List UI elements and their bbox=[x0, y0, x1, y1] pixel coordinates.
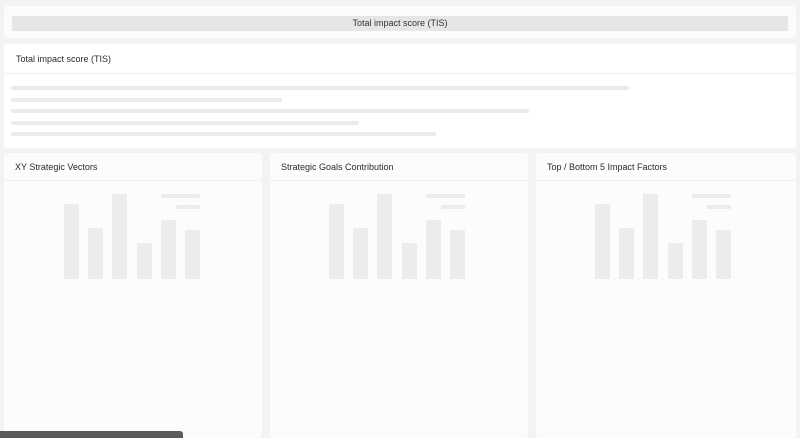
skeleton-legend bbox=[707, 205, 731, 209]
chart-card-title: Strategic Goals Contribution bbox=[270, 153, 528, 181]
skeleton-bar bbox=[643, 194, 658, 279]
skeleton-bar bbox=[668, 243, 683, 279]
skeleton-legend bbox=[692, 194, 731, 198]
skeleton-line bbox=[11, 109, 529, 113]
tis-card: Total impact score (TIS) bbox=[4, 44, 796, 148]
chart-card-title: XY Strategic Vectors bbox=[4, 153, 262, 181]
skeleton-bar bbox=[692, 220, 707, 279]
skeleton-bar bbox=[161, 220, 176, 279]
skeleton-bar bbox=[402, 243, 417, 279]
skeleton-line bbox=[11, 121, 359, 125]
skeleton-bar bbox=[716, 230, 731, 279]
skeleton-line bbox=[11, 86, 629, 90]
skeleton-line bbox=[11, 98, 282, 102]
skeleton-bar bbox=[64, 204, 79, 279]
dashboard-page: Total impact score (TIS) Total impact sc… bbox=[0, 0, 800, 438]
chart-card-strategic-goals-contribution: Strategic Goals Contribution bbox=[270, 153, 528, 438]
skeleton-bar bbox=[450, 230, 465, 279]
skeleton-legend bbox=[161, 194, 200, 198]
chart-skeleton bbox=[4, 181, 262, 438]
chart-card-xy-strategic-vectors: XY Strategic Vectors bbox=[4, 153, 262, 438]
skeleton-bar bbox=[595, 204, 610, 279]
page-title: Total impact score (TIS) bbox=[12, 16, 788, 31]
skeleton-legend bbox=[426, 194, 465, 198]
skeleton-bar bbox=[353, 228, 368, 279]
skeleton-bar bbox=[426, 220, 441, 279]
chart-card-top-bottom-impact-factors: Top / Bottom 5 Impact Factors bbox=[536, 153, 796, 438]
chart-card-title: Top / Bottom 5 Impact Factors bbox=[536, 153, 796, 181]
skeleton-line bbox=[11, 132, 436, 136]
horizontal-scrollbar[interactable] bbox=[0, 431, 183, 438]
skeleton-legend bbox=[441, 205, 465, 209]
skeleton-bar bbox=[619, 228, 634, 279]
skeleton-bar bbox=[137, 243, 152, 279]
skeleton-bar bbox=[377, 194, 392, 279]
chart-skeleton bbox=[270, 181, 528, 438]
skeleton-legend bbox=[176, 205, 200, 209]
top-header-card: Total impact score (TIS) bbox=[4, 6, 796, 38]
skeleton-bar bbox=[88, 228, 103, 279]
chart-skeleton bbox=[536, 181, 796, 438]
skeleton-bar bbox=[185, 230, 200, 279]
skeleton-bar bbox=[329, 204, 344, 279]
tis-card-title: Total impact score (TIS) bbox=[4, 44, 796, 74]
skeleton-bar bbox=[112, 194, 127, 279]
